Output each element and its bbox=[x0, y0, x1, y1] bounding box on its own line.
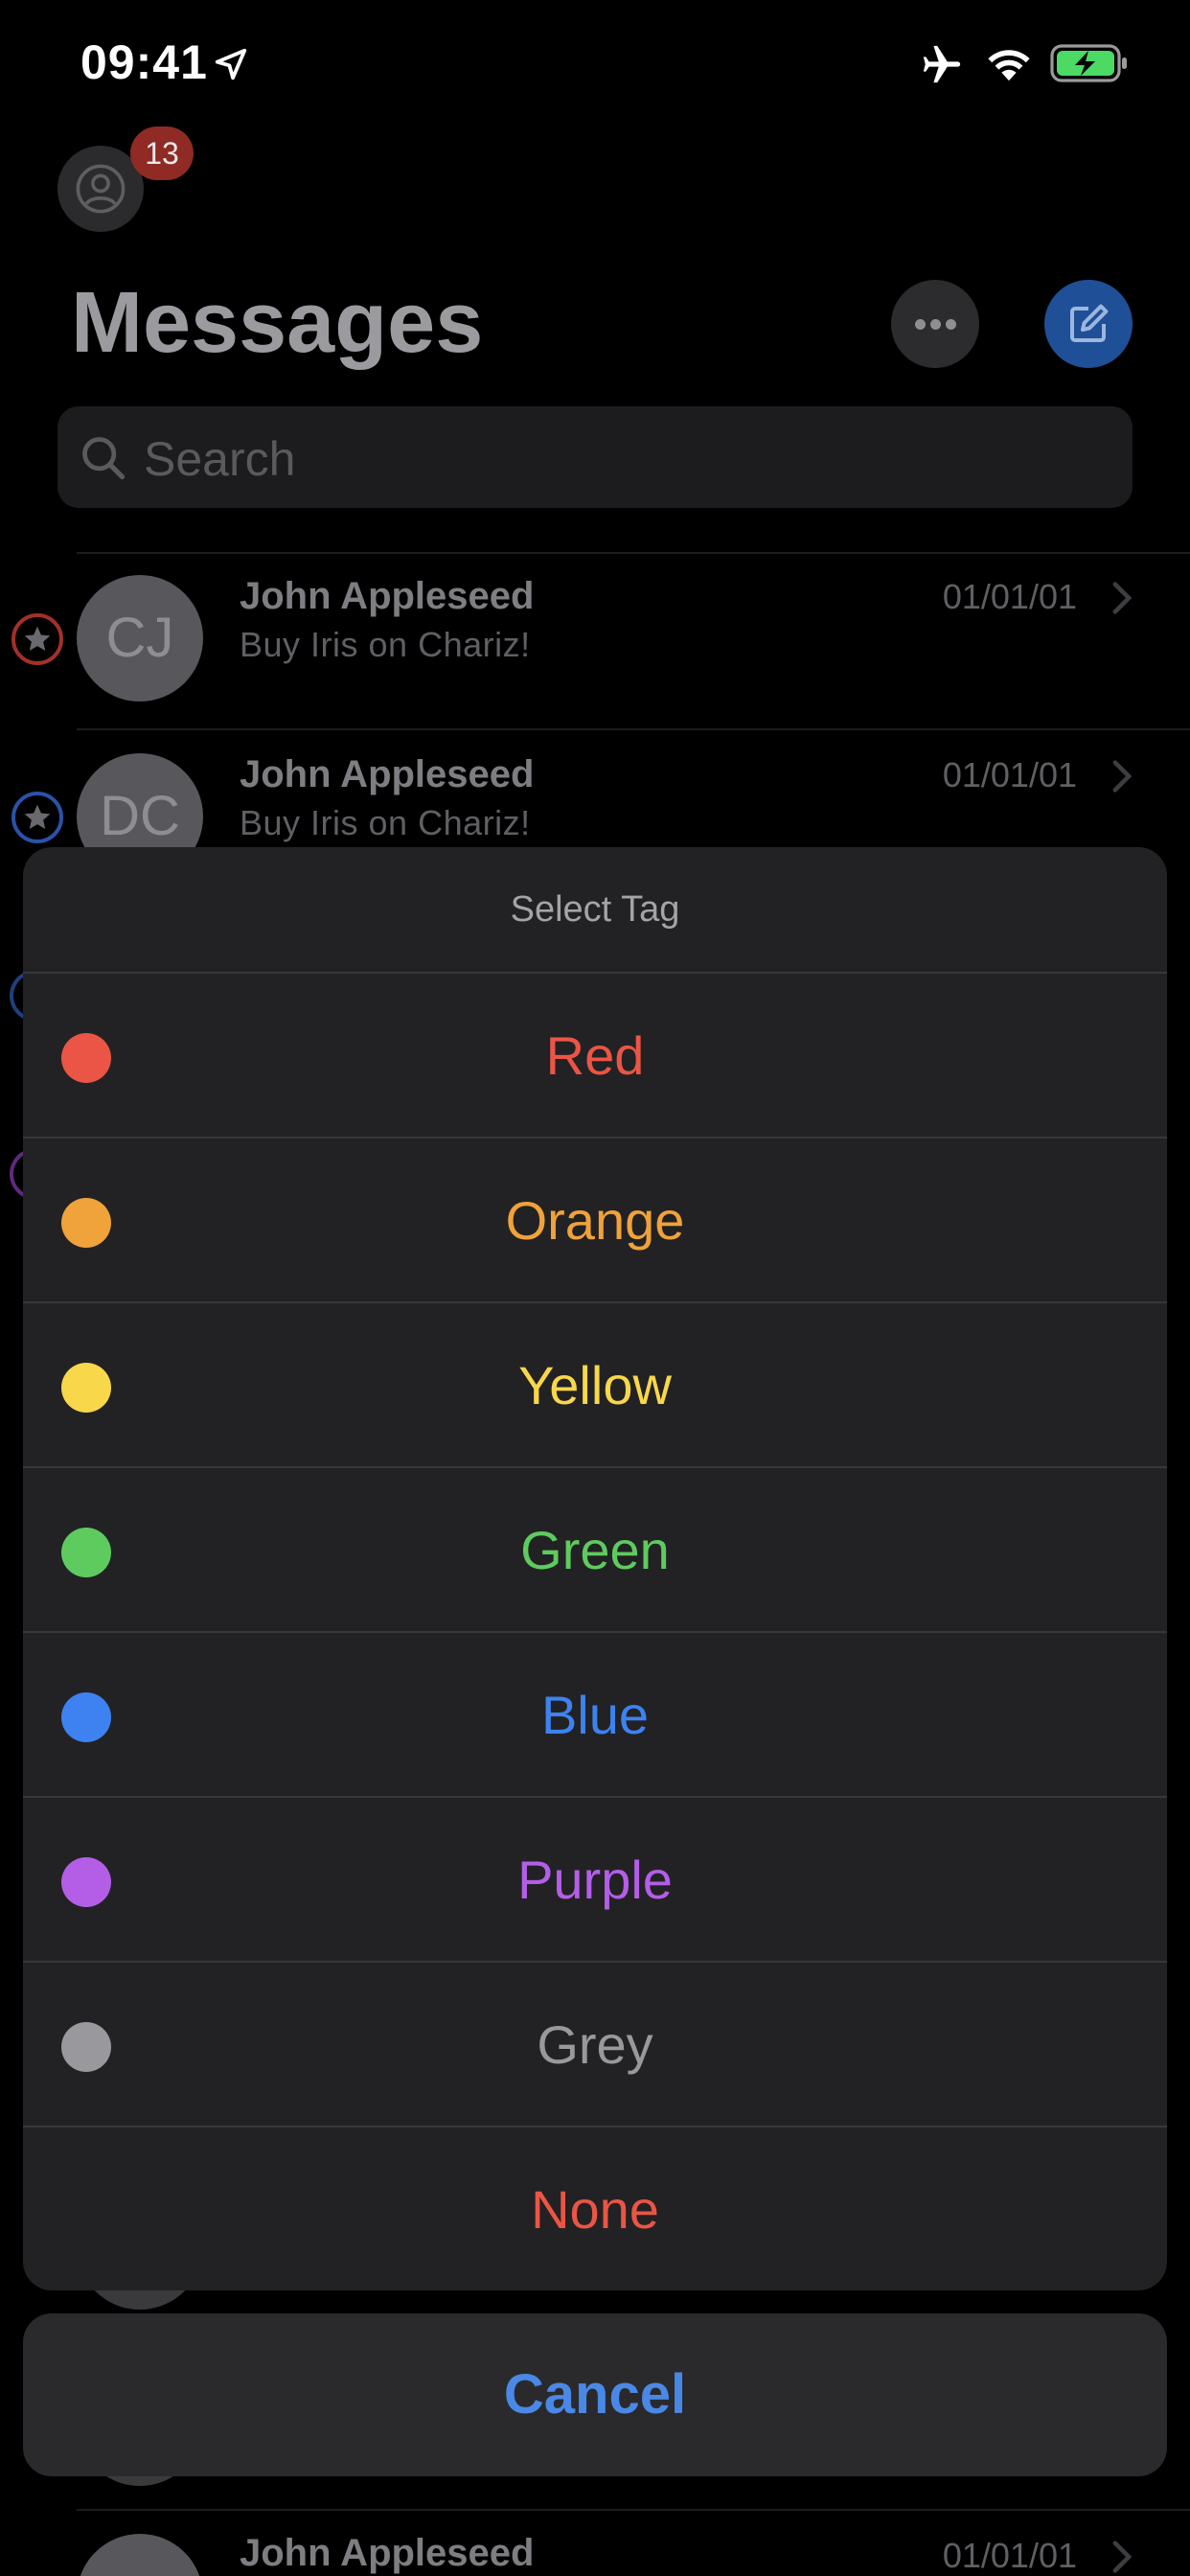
message-date: 01/01/01 bbox=[942, 577, 1077, 616]
message-row[interactable]: CJ John Appleseed Buy Iris on Chariz! 01… bbox=[0, 552, 1190, 728]
message-date: 01/01/01 bbox=[942, 2536, 1077, 2575]
tag-option-purple[interactable]: Purple bbox=[23, 1796, 1167, 1961]
tag-option-red[interactable]: Red bbox=[23, 972, 1167, 1137]
tag-option-label: Green bbox=[520, 1520, 670, 1580]
wifi-icon bbox=[988, 50, 1030, 81]
tag-option-orange[interactable]: Orange bbox=[23, 1137, 1167, 1301]
tag-option-label: None bbox=[531, 2179, 659, 2240]
message-row[interactable]: John Appleseed 01/01/01 bbox=[0, 2509, 1190, 2576]
tag-option-label: Blue bbox=[540, 1685, 650, 1745]
tag-option-label: Purple bbox=[517, 1850, 673, 1910]
tag-star-icon bbox=[11, 792, 63, 843]
message-preview: Buy Iris on Chariz! bbox=[240, 625, 531, 664]
status-time: 09:41 bbox=[80, 35, 208, 89]
tag-option-blue[interactable]: Blue bbox=[23, 1631, 1167, 1796]
ellipsis-icon bbox=[946, 319, 956, 330]
airplane-icon bbox=[923, 45, 961, 83]
search-placeholder: Search bbox=[144, 432, 296, 486]
message-preview: Buy Iris on Chariz! bbox=[240, 803, 531, 842]
status-bar: 09:41 bbox=[0, 0, 1190, 129]
chevron-right-icon bbox=[1112, 760, 1133, 793]
compose-icon bbox=[1070, 304, 1109, 342]
chevron-right-icon bbox=[1112, 582, 1133, 614]
message-date: 01/01/01 bbox=[942, 755, 1077, 794]
tag-option-green[interactable]: Green bbox=[23, 1466, 1167, 1631]
select-tag-sheet: Select Tag Red Orange Yellow Green Blue … bbox=[23, 847, 1167, 2290]
page-title: Messages bbox=[71, 275, 484, 371]
tag-option-yellow[interactable]: Yellow bbox=[23, 1301, 1167, 1466]
cancel-button[interactable]: Cancel bbox=[23, 2313, 1167, 2476]
tag-option-label: Yellow bbox=[518, 1355, 672, 1415]
tag-option-none[interactable]: None bbox=[23, 2126, 1167, 2290]
search-icon bbox=[82, 437, 126, 480]
location-arrow-icon bbox=[215, 48, 247, 80]
notification-badge: 13 bbox=[130, 126, 194, 180]
tag-star-icon bbox=[11, 613, 63, 665]
tag-option-label: Orange bbox=[505, 1190, 685, 1251]
search-input[interactable]: Search bbox=[57, 406, 1133, 508]
contact-avatar: CJ bbox=[77, 575, 203, 702]
battery-charging-icon bbox=[1050, 44, 1127, 82]
contact-name: John Appleseed bbox=[240, 753, 535, 795]
contact-avatar bbox=[77, 2534, 203, 2576]
tag-option-grey[interactable]: Grey bbox=[23, 1961, 1167, 2126]
contact-name: John Appleseed bbox=[240, 575, 535, 617]
ellipsis-icon bbox=[915, 319, 926, 330]
tag-option-label: Red bbox=[545, 1025, 645, 1086]
more-button[interactable] bbox=[891, 280, 979, 368]
chevron-right-icon bbox=[1112, 2541, 1133, 2573]
contact-name: John Appleseed bbox=[240, 2532, 535, 2574]
tag-option-label: Grey bbox=[537, 2014, 653, 2075]
person-icon bbox=[76, 164, 126, 214]
ellipsis-icon bbox=[930, 319, 941, 330]
sheet-title: Select Tag bbox=[510, 889, 680, 930]
compose-button[interactable] bbox=[1044, 280, 1133, 368]
